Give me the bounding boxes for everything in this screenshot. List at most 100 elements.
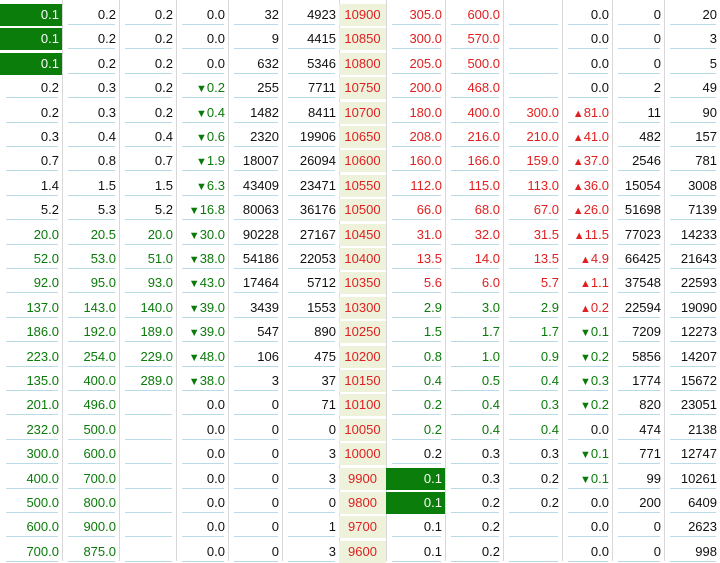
table-row[interactable]: 0.1 0.2 0.2 0.0 9 4415 10850 300.0 570.0 0.0 0 3 bbox=[0, 28, 720, 50]
put-volume-cell: 474 bbox=[612, 419, 664, 441]
put-last-cell bbox=[503, 541, 562, 563]
call-change-cell: ▼39.0 bbox=[176, 297, 228, 319]
table-row[interactable]: 0.1 0.2 0.2 0.0 632 5346 10800 205.0 500.0 0.0 0 5 bbox=[0, 53, 720, 75]
call-change-cell: ▼38.0 bbox=[176, 370, 228, 392]
put-bid-cell: 66.0 bbox=[386, 199, 445, 221]
change-value: 0.4 bbox=[206, 105, 225, 120]
put-ask-cell: 1.7 bbox=[445, 321, 503, 343]
table-row[interactable]: 700.0 875.0 0.0 0 3 9600 0.1 0.2 0.0 0 998 bbox=[0, 541, 720, 563]
table-row[interactable]: 0.2 0.3 0.2 ▼0.4 1482 8411 10700 180.0 400.0 300.… bbox=[0, 102, 720, 124]
table-row[interactable]: 0.7 0.8 0.7 ▼1.9 18007 26094 10600 160.0 166.0 15… bbox=[0, 150, 720, 172]
put-last-cell: 0.4 bbox=[503, 370, 562, 392]
down-triangle-icon: ▼ bbox=[188, 376, 200, 388]
put-last-cell bbox=[503, 53, 562, 75]
change-value: 30.0 bbox=[199, 227, 225, 242]
call-ask-cell: 600.0 bbox=[62, 443, 119, 465]
put-bid-cell: 31.0 bbox=[386, 224, 445, 246]
table-row[interactable]: 20.0 20.5 20.0 ▼30.0 90228 27167 10450 31.0 32.0… bbox=[0, 224, 720, 246]
down-triangle-icon: ▼ bbox=[580, 449, 591, 461]
put-oi-cell: 49 bbox=[664, 77, 720, 99]
table-row[interactable]: 186.0 192.0 189.0 ▼39.0 547 890 10250 1.5 1.7 1.7… bbox=[0, 321, 720, 343]
put-bid-cell: 1.5 bbox=[386, 321, 445, 343]
call-oi-cell: 475 bbox=[282, 346, 339, 368]
change-value: 0.1 bbox=[590, 446, 609, 461]
call-change-cell: ▼0.6 bbox=[176, 126, 228, 148]
call-volume-cell: 32 bbox=[228, 4, 282, 26]
table-row[interactable]: 52.0 53.0 51.0 ▼38.0 54186 22053 10400 13.5 14.0… bbox=[0, 248, 720, 270]
table-row[interactable]: 137.0 143.0 140.0 ▼39.0 3439 1553 10300 2.9 3.0 2… bbox=[0, 297, 720, 319]
put-last-cell: 159.0 bbox=[503, 150, 562, 172]
down-triangle-icon: ▼ bbox=[580, 474, 591, 486]
table-row[interactable]: 300.0 600.0 0.0 0 3 10000 0.2 0.3 0.3 ▼0.1 771 1274… bbox=[0, 443, 720, 465]
table-row[interactable]: 0.1 0.2 0.2 0.0 32 4923 10900 305.0 600.0 0.0 0 20 bbox=[0, 4, 720, 26]
strike-cell: 9700 bbox=[339, 516, 386, 538]
put-change-cell: ▲1.1 bbox=[562, 272, 612, 294]
table-row[interactable]: 0.3 0.4 0.4 ▼0.6 2320 19906 10650 208.0 216.0 210… bbox=[0, 126, 720, 148]
table-row[interactable]: 500.0 800.0 0.0 0 0 9800 0.1 0.2 0.2 0.0 200 6409 bbox=[0, 492, 720, 514]
down-triangle-icon: ▼ bbox=[188, 230, 200, 242]
call-last-cell bbox=[119, 394, 176, 416]
up-triangle-icon: ▲ bbox=[572, 156, 584, 168]
strike-cell: 10300 bbox=[339, 297, 386, 319]
call-bid-cell: 135.0 bbox=[0, 370, 62, 392]
put-change-cell: 0.0 bbox=[562, 419, 612, 441]
change-value: 38.0 bbox=[199, 373, 225, 388]
put-bid-cell: 160.0 bbox=[386, 150, 445, 172]
option-chain-grid: 0.1 0.2 0.2 0.0 32 4923 10900 305.0 600.0 0.0 0 20 0… bbox=[0, 0, 720, 563]
strike-cell: 10000 bbox=[339, 443, 386, 465]
call-ask-cell: 192.0 bbox=[62, 321, 119, 343]
put-ask-cell: 0.4 bbox=[445, 394, 503, 416]
strike-cell: 9900 bbox=[339, 468, 386, 490]
table-row[interactable]: 600.0 900.0 0.0 0 1 9700 0.1 0.2 0.0 0 2623 bbox=[0, 516, 720, 538]
put-last-cell: 31.5 bbox=[503, 224, 562, 246]
put-ask-cell: 32.0 bbox=[445, 224, 503, 246]
put-last-cell bbox=[503, 77, 562, 99]
call-ask-cell: 0.4 bbox=[62, 126, 119, 148]
call-last-cell: 0.4 bbox=[119, 126, 176, 148]
table-row[interactable]: 223.0 254.0 229.0 ▼48.0 106 475 10200 0.8 1.0 0.9… bbox=[0, 346, 720, 368]
put-change-cell: ▼0.2 bbox=[562, 346, 612, 368]
change-value: 0.2 bbox=[590, 397, 609, 412]
call-oi-cell: 26094 bbox=[282, 150, 339, 172]
call-volume-cell: 547 bbox=[228, 321, 282, 343]
table-row[interactable]: 5.2 5.3 5.2 ▼16.8 80063 36176 10500 66.0 68.0 67.… bbox=[0, 199, 720, 221]
call-last-cell: 51.0 bbox=[119, 248, 176, 270]
down-triangle-icon: ▼ bbox=[188, 352, 200, 364]
put-change-cell: ▼0.1 bbox=[562, 321, 612, 343]
down-triangle-icon: ▼ bbox=[580, 352, 591, 364]
table-row[interactable]: 0.2 0.3 0.2 ▼0.2 255 7711 10750 200.0 468.0 0.0 2 4… bbox=[0, 77, 720, 99]
put-bid-cell: 0.2 bbox=[386, 419, 445, 441]
put-volume-cell: 0 bbox=[612, 28, 664, 50]
strike-cell: 10800 bbox=[339, 53, 386, 75]
put-change-cell: ▼0.1 bbox=[562, 468, 612, 490]
call-bid-cell: 20.0 bbox=[0, 224, 62, 246]
table-row[interactable]: 400.0 700.0 0.0 0 3 9900 0.1 0.3 0.2 ▼0.1 99 10261 bbox=[0, 468, 720, 490]
strike-cell: 10150 bbox=[339, 370, 386, 392]
put-ask-cell: 0.3 bbox=[445, 468, 503, 490]
put-volume-cell: 1774 bbox=[612, 370, 664, 392]
up-triangle-icon: ▲ bbox=[572, 132, 584, 144]
put-last-cell bbox=[503, 516, 562, 538]
put-bid-cell: 0.8 bbox=[386, 346, 445, 368]
strike-cell: 10750 bbox=[339, 77, 386, 99]
put-ask-cell: 68.0 bbox=[445, 199, 503, 221]
put-ask-cell: 0.2 bbox=[445, 492, 503, 514]
table-row[interactable]: 92.0 95.0 93.0 ▼43.0 17464 5712 10350 5.6 6.0 5.7… bbox=[0, 272, 720, 294]
up-triangle-icon: ▲ bbox=[573, 230, 585, 242]
table-row[interactable]: 135.0 400.0 289.0 ▼38.0 3 37 10150 0.4 0.5 0.4 ▼0.… bbox=[0, 370, 720, 392]
call-oi-cell: 23471 bbox=[282, 175, 339, 197]
change-value: 81.0 bbox=[583, 105, 609, 120]
table-row[interactable]: 232.0 500.0 0.0 0 0 10050 0.2 0.4 0.4 0.0 474 2138 bbox=[0, 419, 720, 441]
call-change-cell: 0.0 bbox=[176, 541, 228, 563]
put-oi-cell: 7139 bbox=[664, 199, 720, 221]
put-change-cell: ▲4.9 bbox=[562, 248, 612, 270]
put-last-cell: 210.0 bbox=[503, 126, 562, 148]
table-row[interactable]: 1.4 1.5 1.5 ▼6.3 43409 23471 10550 112.0 115.0 11… bbox=[0, 175, 720, 197]
table-row[interactable]: 201.0 496.0 0.0 0 71 10100 0.2 0.4 0.3 ▼0.2 820 230… bbox=[0, 394, 720, 416]
call-ask-cell: 496.0 bbox=[62, 394, 119, 416]
put-ask-cell: 14.0 bbox=[445, 248, 503, 270]
change-value: 36.0 bbox=[583, 178, 609, 193]
strike-cell: 10700 bbox=[339, 102, 386, 124]
strike-cell: 10450 bbox=[339, 224, 386, 246]
put-last-cell: 113.0 bbox=[503, 175, 562, 197]
